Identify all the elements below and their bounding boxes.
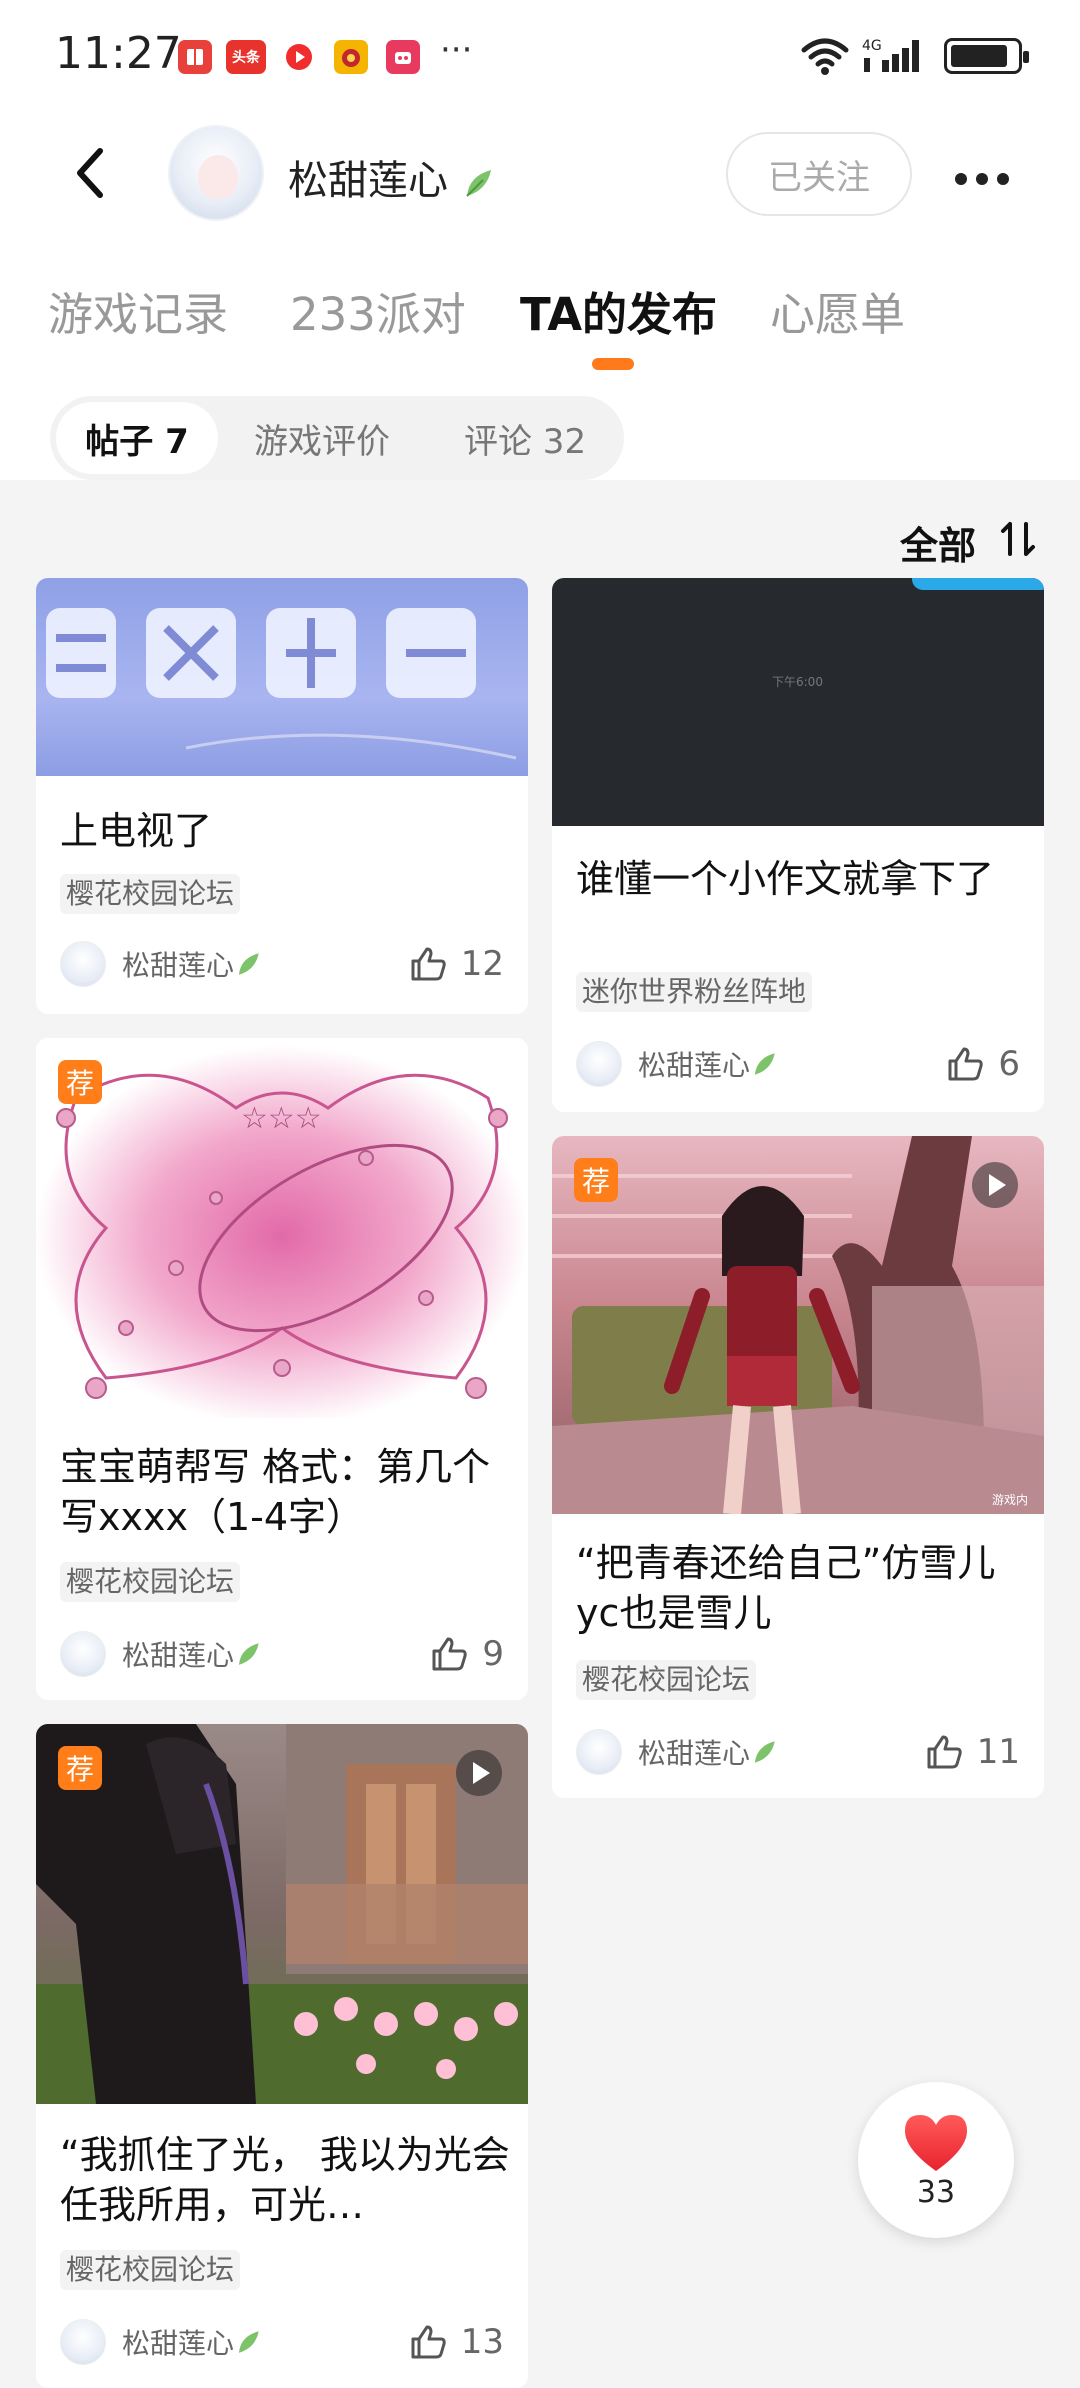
heart-icon xyxy=(905,2114,967,2171)
author-name: 松甜莲心 xyxy=(122,1639,235,1672)
like-count: 9 xyxy=(482,1634,504,1674)
follow-button[interactable]: 已关注 xyxy=(726,132,912,216)
wifi-icon xyxy=(800,36,850,80)
post-title: 宝宝萌帮写 格式：第几个 写xxxx（1-4字） xyxy=(60,1445,491,1539)
avatar xyxy=(60,941,106,987)
post-image: ☆☆☆ 荐 xyxy=(36,1038,528,1418)
avatar[interactable] xyxy=(168,125,264,221)
play-icon xyxy=(972,1162,1018,1208)
post-title: 谁懂一个小作文就拿下了 xyxy=(576,857,995,901)
book-app-icon xyxy=(178,40,212,74)
image-caption: 下午6:00 xyxy=(772,675,823,689)
thumbs-up-icon xyxy=(411,2325,446,2359)
sort-icon[interactable] xyxy=(998,518,1040,564)
video-app-icon xyxy=(282,40,316,74)
tab-game-records[interactable]: 游戏记录 xyxy=(48,278,228,343)
like-button[interactable]: 6 xyxy=(946,1040,1020,1088)
post-tag[interactable]: 樱花校园论坛 xyxy=(60,874,241,914)
like-button[interactable]: 13 xyxy=(409,2318,504,2366)
segment-comments[interactable]: 评论 32 xyxy=(464,396,586,480)
leaf-icon xyxy=(238,1643,259,1665)
like-button[interactable]: 9 xyxy=(430,1630,504,1678)
svg-text:☆☆☆: ☆☆☆ xyxy=(241,1101,322,1136)
post-tag[interactable]: 樱花校园论坛 xyxy=(576,1660,757,1700)
thumbs-up-icon xyxy=(927,1735,962,1769)
like-count: 6 xyxy=(998,1044,1020,1084)
post-card[interactable]: ☆☆☆ 荐 宝宝萌帮写 格式：第几个 写xxxx（1-4字） 樱花校园论坛 松甜… xyxy=(36,1038,528,1700)
post-author[interactable]: 松甜莲心 xyxy=(60,1630,262,1678)
post-title: “把青春还给自己”仿雪儿 yc也是雪儿 xyxy=(576,1541,996,1635)
username-row[interactable]: 松甜莲心 xyxy=(288,148,495,206)
leaf-icon xyxy=(238,2331,259,2353)
battery-icon xyxy=(944,38,1029,74)
post-author[interactable]: 松甜莲心 xyxy=(576,1040,778,1088)
leaf-icon xyxy=(754,1053,775,1075)
tab-posts[interactable]: TA的发布 xyxy=(520,278,717,343)
post-image: 荐 xyxy=(36,1724,528,2104)
like-count: 12 xyxy=(460,944,504,984)
like-count: 13 xyxy=(460,2322,504,2362)
chevron-left-icon xyxy=(77,148,103,198)
recommended-badge: 荐 xyxy=(574,1158,618,1202)
more-options-button[interactable] xyxy=(955,170,1018,189)
like-button[interactable]: 11 xyxy=(925,1728,1020,1776)
username: 松甜莲心 xyxy=(288,158,448,204)
toutiao-app-icon: 头条 xyxy=(226,40,266,74)
avatar xyxy=(60,2319,106,2365)
more-notifications-icon: ··· xyxy=(440,30,473,70)
post-author[interactable]: 松甜莲心 xyxy=(60,2318,262,2366)
avatar xyxy=(576,1041,622,1087)
avatar xyxy=(576,1729,622,1775)
post-image xyxy=(36,578,528,776)
post-author[interactable]: 松甜莲心 xyxy=(60,940,262,988)
tab-233-party[interactable]: 233派对 xyxy=(290,278,466,343)
author-name: 松甜莲心 xyxy=(638,1049,751,1082)
thumbs-up-icon xyxy=(411,947,446,981)
post-card[interactable]: 荐 “我抓住了光， 我以为光会任我所用，可光… 樱花校园论坛 松甜莲心 13 xyxy=(36,1724,528,2388)
like-count: 11 xyxy=(976,1732,1020,1772)
recommended-badge: 荐 xyxy=(58,1746,102,1790)
thumbs-up-icon xyxy=(432,1637,468,1671)
sort-dropdown[interactable]: 全部 xyxy=(900,515,976,570)
recommended-badge: 荐 xyxy=(58,1060,102,1104)
back-button[interactable] xyxy=(70,145,110,205)
like-button[interactable]: 12 xyxy=(409,940,504,988)
network-type-label: 4G xyxy=(862,38,882,54)
author-name: 松甜莲心 xyxy=(122,949,235,982)
shop-app-icon xyxy=(386,40,420,74)
image-caption: 游戏内 xyxy=(992,1493,1028,1507)
tab-wishlist[interactable]: 心愿单 xyxy=(770,278,905,343)
author-name: 松甜莲心 xyxy=(122,2327,235,2360)
leaf-icon xyxy=(466,170,491,197)
post-tag[interactable]: 樱花校园论坛 xyxy=(60,2250,241,2290)
floating-like-button[interactable]: 33 xyxy=(858,2082,1014,2238)
status-time: 11:27 xyxy=(55,28,182,79)
leaf-icon xyxy=(238,953,259,975)
segment-posts[interactable]: 帖子 7 xyxy=(56,402,218,474)
author-name: 松甜莲心 xyxy=(638,1737,751,1770)
post-image: 游戏内 荐 xyxy=(552,1136,1044,1515)
play-icon xyxy=(456,1750,502,1796)
like-total: 33 xyxy=(916,2174,956,2210)
post-image: 下午6:00 xyxy=(552,578,1044,826)
leaf-icon xyxy=(754,1741,775,1763)
thumbs-up-icon xyxy=(948,1047,984,1081)
post-card[interactable]: 上电视了 樱花校园论坛 松甜莲心 12 xyxy=(36,578,528,1014)
cellular-signal-icon: 4G xyxy=(860,36,930,80)
segment-game-reviews[interactable]: 游戏评价 xyxy=(254,396,390,480)
post-tag[interactable]: 迷你世界粉丝阵地 xyxy=(576,972,813,1012)
post-card[interactable]: 游戏内 荐 “把青春还给自己”仿雪儿 yc也是雪儿 樱花校园论坛 松甜莲心 11 xyxy=(552,1136,1044,1798)
game-app-icon xyxy=(334,40,368,74)
post-author[interactable]: 松甜莲心 xyxy=(576,1728,778,1776)
post-card[interactable]: 下午6:00 谁懂一个小作文就拿下了 迷你世界粉丝阵地 松甜莲心 6 xyxy=(552,578,1044,1112)
post-tag[interactable]: 樱花校园论坛 xyxy=(60,1562,241,1602)
tab-indicator xyxy=(592,358,634,370)
avatar xyxy=(60,1631,106,1677)
post-title: “我抓住了光， 我以为光会任我所用，可光… xyxy=(60,2133,510,2227)
post-title: 上电视了 xyxy=(60,809,213,853)
